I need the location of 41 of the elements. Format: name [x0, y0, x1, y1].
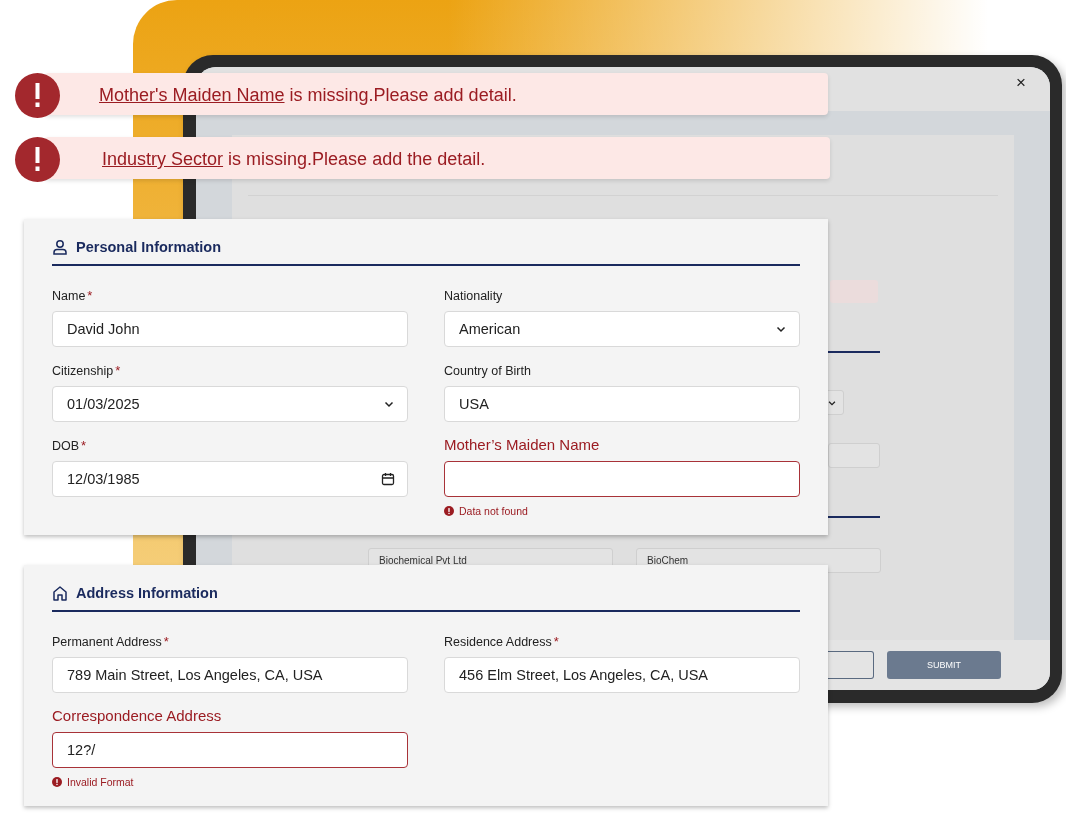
error-message: Data not found	[459, 505, 528, 517]
field-label: Citizenship	[52, 364, 114, 378]
home-icon	[52, 585, 68, 601]
input-field[interactable]: 789 Main Street, Los Angeles, CA, USA	[52, 657, 408, 693]
date-field[interactable]: 12/03/1985	[52, 461, 408, 497]
field-label: Mother’s Maiden Name	[444, 436, 600, 453]
required-mark: *	[163, 634, 169, 649]
section-title: Address Information	[76, 585, 218, 601]
alert-bar	[830, 280, 878, 303]
input-field[interactable]: USA	[444, 386, 800, 422]
close-button[interactable]: ×	[1012, 73, 1030, 93]
required-mark: *	[87, 288, 93, 303]
field-label: Name	[52, 289, 86, 303]
person-icon	[52, 239, 68, 255]
submit-button[interactable]: SUBMIT	[887, 651, 1001, 679]
required-mark: *	[553, 634, 559, 649]
input-field[interactable]: 456 Elm Street, Los Angeles, CA, USA	[444, 657, 800, 693]
error-message: Invalid Format	[67, 776, 134, 788]
alert-message: Industry Sector is missing.Please add the detail.	[102, 149, 486, 170]
alert-icon	[15, 137, 60, 182]
select-field[interactable]: American	[444, 311, 800, 347]
alert-icon	[15, 73, 60, 118]
alert-message: Mother's Maiden Name is missing.Please add detail.	[99, 85, 517, 106]
field-label: Correspondence Address	[52, 707, 222, 724]
input-field[interactable]	[444, 461, 800, 497]
select-field[interactable]: 01/03/2025	[52, 386, 408, 422]
input-field[interactable]: David John	[52, 311, 408, 347]
field-link[interactable]: Industry Sector	[102, 149, 224, 169]
field-label: Country of Birth	[444, 364, 531, 378]
field-label: DOB	[52, 439, 80, 453]
calendar-icon	[381, 472, 395, 486]
field-label: Nationality	[444, 289, 503, 303]
error-icon	[52, 777, 62, 787]
error-icon	[444, 506, 454, 516]
input-field[interactable]: 12?/	[52, 732, 408, 768]
field-label: Permanent Address	[52, 635, 162, 649]
field-label: Residence Address	[444, 635, 552, 649]
required-mark: *	[81, 438, 87, 453]
field-link[interactable]: Mother's Maiden Name	[99, 85, 285, 105]
required-mark: *	[115, 363, 121, 378]
section-title: Personal Information	[76, 239, 222, 255]
